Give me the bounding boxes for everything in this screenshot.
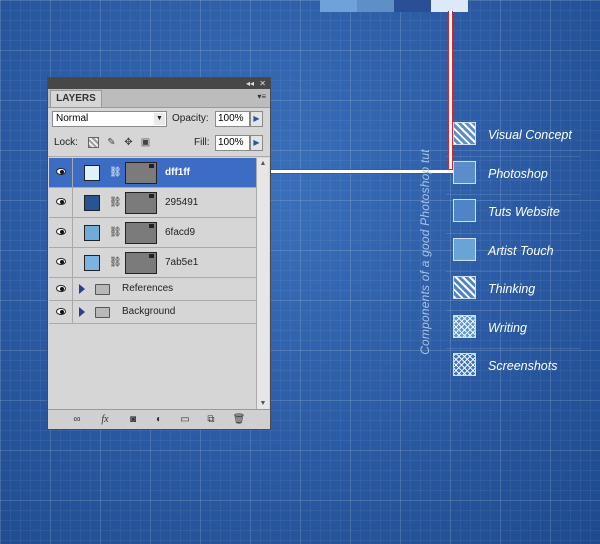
layer-mask-thumbnail[interactable] bbox=[125, 222, 157, 244]
trash-icon[interactable]: 🗑 bbox=[232, 413, 246, 426]
panel-tab-row: LAYERS ▾≡ bbox=[48, 89, 270, 108]
visibility-eye-icon[interactable] bbox=[49, 188, 73, 217]
layer-color-swatch bbox=[84, 165, 100, 181]
legend-swatch bbox=[453, 237, 476, 261]
opacity-field[interactable]: 100% bbox=[215, 111, 250, 127]
group-name: References bbox=[122, 283, 174, 294]
panel-footer: ∞ fx ◙ ◐ ▭ ⧉ 🗑 bbox=[48, 409, 270, 429]
lock-transparent-icon[interactable] bbox=[88, 137, 99, 148]
legend-label: Thinking bbox=[488, 282, 536, 296]
expand-arrow-icon[interactable] bbox=[79, 307, 85, 317]
panel-menu-icon[interactable]: ▾≡ bbox=[257, 92, 266, 101]
visibility-eye-icon[interactable] bbox=[49, 248, 73, 277]
panel-title-bar[interactable]: ◂◂ ✕ bbox=[48, 78, 270, 89]
legend-swatch bbox=[453, 160, 476, 184]
adjustment-layer-icon[interactable]: ◐ bbox=[152, 413, 166, 426]
layer-name: 7ab5e1 bbox=[165, 257, 199, 268]
legend-item: Photoshop bbox=[446, 155, 580, 195]
visibility-eye-icon[interactable] bbox=[49, 301, 73, 323]
lock-move-icon[interactable]: ✥ bbox=[123, 137, 134, 148]
legend-label: Screenshots bbox=[488, 359, 558, 373]
visibility-eye-icon[interactable] bbox=[49, 218, 73, 247]
layer-row[interactable]: ⛓ dff1ff bbox=[49, 158, 256, 188]
legend-label: Photoshop bbox=[488, 166, 548, 181]
layer-mask-thumbnail[interactable] bbox=[125, 252, 157, 274]
folder-icon bbox=[95, 307, 110, 318]
vertical-caption: Components of a good Photoshop tut bbox=[418, 149, 432, 355]
legend-item: Thinking bbox=[446, 271, 580, 310]
new-group-icon[interactable]: ▭ bbox=[178, 413, 192, 426]
legend-swatch bbox=[453, 199, 476, 222]
layer-color-swatch bbox=[84, 195, 100, 211]
scroll-up-icon[interactable]: ▲ bbox=[257, 158, 269, 170]
legend-item: Tuts Website bbox=[446, 194, 580, 233]
collapse-panel-icon[interactable]: ◂◂ bbox=[246, 78, 254, 89]
legend-swatch bbox=[453, 353, 476, 376]
link-layers-icon[interactable]: ∞ bbox=[70, 413, 84, 426]
top-swatch bbox=[320, 0, 357, 12]
layer-style-fx-icon[interactable]: fx bbox=[98, 413, 112, 426]
visibility-eye-icon[interactable] bbox=[49, 158, 73, 187]
fill-field[interactable]: 100% bbox=[215, 135, 250, 151]
layers-scrollbar[interactable]: ▲ ▼ bbox=[256, 158, 269, 410]
fill-label: Fill: bbox=[194, 137, 210, 148]
fill-arrow-icon[interactable]: ▶ bbox=[250, 135, 263, 151]
legend-label: Tuts Website bbox=[488, 205, 560, 219]
lock-fill-row: Lock: ✎ ✥ ▣ Fill: 100% ▶ bbox=[48, 130, 270, 157]
group-name: Background bbox=[122, 306, 176, 317]
lock-all-icon[interactable]: ▣ bbox=[140, 137, 151, 148]
folder-icon bbox=[95, 284, 110, 295]
layer-mask-thumbnail[interactable] bbox=[125, 192, 157, 214]
legend-label: Visual Concept bbox=[488, 128, 572, 142]
legend-item: Writing bbox=[446, 309, 580, 349]
expand-arrow-icon[interactable] bbox=[79, 284, 85, 294]
legend-item: Visual Concept bbox=[446, 118, 580, 156]
layer-name: dff1ff bbox=[165, 167, 190, 178]
layer-name: 6facd9 bbox=[165, 227, 196, 238]
tab-layers[interactable]: LAYERS bbox=[50, 90, 102, 107]
layer-row[interactable]: ⛓ 295491 bbox=[49, 188, 256, 218]
opacity-arrow-icon[interactable]: ▶ bbox=[250, 111, 263, 127]
top-swatch bbox=[357, 0, 394, 12]
opacity-label: Opacity: bbox=[172, 113, 209, 124]
legend-item: Screenshots bbox=[446, 348, 580, 387]
layer-color-swatch bbox=[84, 255, 100, 271]
blend-mode-select[interactable]: Normal ▼ bbox=[52, 111, 167, 127]
layer-group-row[interactable]: References bbox=[49, 278, 256, 301]
legend-item: Artist Touch bbox=[446, 232, 580, 272]
layer-row[interactable]: ⛓ 6facd9 bbox=[49, 218, 256, 248]
add-mask-icon[interactable]: ◙ bbox=[126, 413, 140, 426]
lock-brush-icon[interactable]: ✎ bbox=[106, 137, 117, 148]
layer-name: 295491 bbox=[165, 197, 199, 208]
link-chain-icon[interactable]: ⛓ bbox=[109, 257, 122, 268]
blend-mode-value: Normal bbox=[56, 113, 89, 124]
layers-panel: ◂◂ ✕ LAYERS ▾≡ Normal ▼ Opacity: 100% ▶ … bbox=[47, 77, 271, 430]
new-layer-icon[interactable]: ⧉ bbox=[204, 413, 218, 426]
legend-swatch bbox=[453, 122, 476, 145]
link-chain-icon[interactable]: ⛓ bbox=[109, 227, 122, 238]
layers-list: ⛓ dff1ff ⛓ 295491 ⛓ 6facd9 ⛓ 7ab5e1 Refe… bbox=[49, 158, 256, 410]
blend-opacity-row: Normal ▼ Opacity: 100% ▶ bbox=[48, 108, 270, 130]
chevron-down-icon: ▼ bbox=[154, 113, 165, 125]
layer-row[interactable]: ⛓ 7ab5e1 bbox=[49, 248, 256, 278]
legend-swatch bbox=[453, 276, 476, 299]
top-color-swatches bbox=[320, 0, 468, 12]
layer-mask-thumbnail[interactable] bbox=[125, 162, 157, 184]
legend-label: Writing bbox=[488, 320, 527, 335]
layer-group-row[interactable]: Background bbox=[49, 301, 256, 324]
close-panel-icon[interactable]: ✕ bbox=[259, 78, 266, 89]
link-chain-icon[interactable]: ⛓ bbox=[109, 197, 122, 208]
link-chain-icon[interactable]: ⛓ bbox=[109, 167, 122, 178]
lock-label: Lock: bbox=[54, 137, 78, 148]
top-swatch bbox=[394, 0, 431, 12]
legend-swatch bbox=[453, 314, 476, 338]
legend: Visual Concept Photoshop Tuts Website Ar… bbox=[446, 118, 580, 387]
layer-color-swatch bbox=[84, 225, 100, 241]
visibility-eye-icon[interactable] bbox=[49, 278, 73, 300]
legend-label: Artist Touch bbox=[488, 243, 554, 258]
